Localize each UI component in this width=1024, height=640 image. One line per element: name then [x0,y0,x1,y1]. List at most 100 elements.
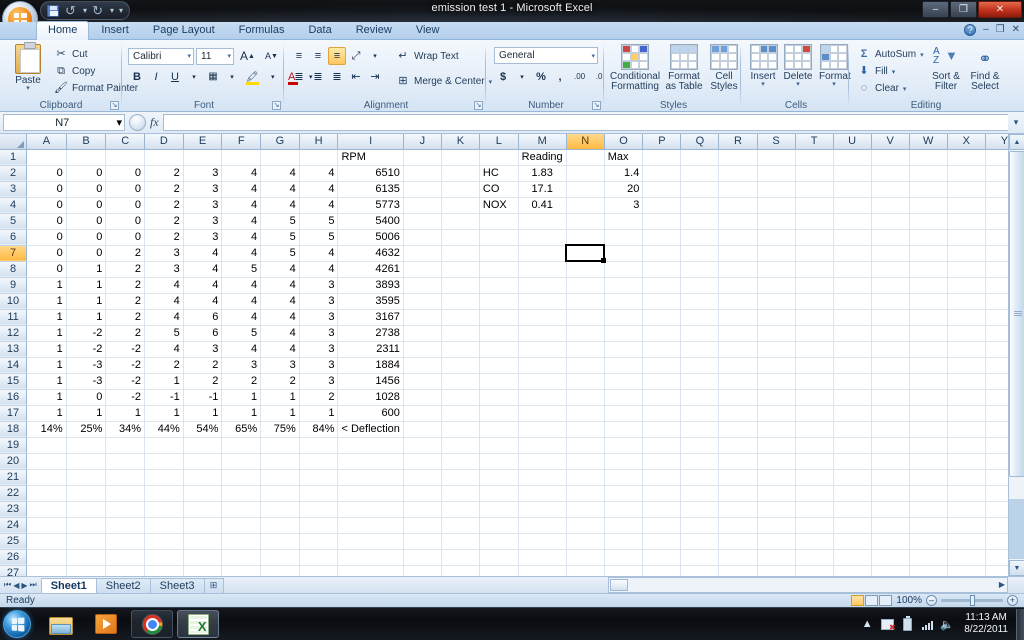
cell-U13[interactable] [833,341,872,358]
cell-F19[interactable] [221,437,262,454]
cell-J6[interactable] [403,229,442,246]
cell-O7[interactable] [604,245,644,262]
cell-R17[interactable] [718,405,758,422]
cell-O10[interactable] [604,293,644,310]
cell-N21[interactable] [566,469,605,486]
cell-E10[interactable]: 4 [183,293,223,310]
start-button[interactable] [3,610,31,638]
cell-W21[interactable] [909,469,948,486]
cell-R8[interactable] [718,261,758,278]
cell-U11[interactable] [833,309,872,326]
cell-S15[interactable] [757,373,796,390]
cell-J25[interactable] [403,533,442,550]
cell-C3[interactable]: 0 [105,181,146,198]
cell-T20[interactable] [795,453,834,470]
cell-X27[interactable] [947,565,986,576]
taskbar-item-explorer[interactable] [39,610,81,638]
cell-J14[interactable] [403,357,442,374]
cell-B7[interactable]: 0 [66,245,107,262]
conditional-formatting-button[interactable]: Conditional Formatting [610,44,660,92]
cell-J19[interactable] [403,437,442,454]
cell-L10[interactable] [479,293,519,310]
cell-R11[interactable] [718,309,758,326]
cell-O5[interactable] [604,213,644,230]
cell-X3[interactable] [947,181,986,198]
cell-R26[interactable] [718,549,758,566]
cell-D3[interactable]: 2 [144,181,184,198]
cell-V24[interactable] [871,517,910,534]
delete-cells-button[interactable]: Delete ▾ [783,44,813,88]
cell-C17[interactable]: 1 [105,405,146,422]
cell-O18[interactable] [604,421,644,438]
cell-S20[interactable] [757,453,796,470]
cell-X22[interactable] [947,485,986,502]
row-header-25[interactable]: 25 [0,533,28,550]
cell-L7[interactable] [479,245,519,262]
cell-L5[interactable] [479,213,519,230]
cell-E19[interactable] [183,437,223,454]
col-header-F[interactable]: F [221,134,262,150]
cell-G4[interactable]: 4 [260,197,300,214]
cell-J21[interactable] [403,469,442,486]
close-button[interactable]: ✕ [978,1,1022,18]
cell-S7[interactable] [757,245,796,262]
cell-O23[interactable] [604,501,644,518]
cell-W22[interactable] [909,485,948,502]
cell-M23[interactable] [518,501,567,518]
cell-G27[interactable] [260,565,300,576]
minimize-button[interactable]: – [922,1,949,18]
cell-J22[interactable] [403,485,442,502]
cell-I5[interactable]: 5400 [337,213,404,230]
cell-M10[interactable] [518,293,567,310]
cell-H12[interactable]: 3 [299,325,339,342]
cell-V10[interactable] [871,293,910,310]
cell-S23[interactable] [757,501,796,518]
cell-E24[interactable] [183,517,223,534]
cell-X8[interactable] [947,261,986,278]
horizontal-scrollbar[interactable]: ▶ [608,577,1008,593]
cell-C12[interactable]: 2 [105,325,146,342]
cell-X2[interactable] [947,165,986,182]
cell-W5[interactable] [909,213,948,230]
cell-A8[interactable]: 0 [26,261,67,278]
cell-H26[interactable] [299,549,339,566]
col-header-C[interactable]: C [105,134,146,150]
cell-B2[interactable]: 0 [66,165,107,182]
cell-O1[interactable]: Max [604,149,644,166]
cell-A4[interactable]: 0 [26,197,67,214]
cell-U4[interactable] [833,197,872,214]
cell-S13[interactable] [757,341,796,358]
cell-B24[interactable] [66,517,107,534]
cell-Q19[interactable] [680,437,720,454]
col-header-T[interactable]: T [795,134,834,150]
cell-X5[interactable] [947,213,986,230]
cell-X7[interactable] [947,245,986,262]
page-break-view-icon[interactable] [879,595,893,606]
cell-X20[interactable] [947,453,986,470]
autosum-button[interactable]: Σ AutoSum ▾ [857,46,924,63]
cell-F25[interactable] [221,533,262,550]
cell-F21[interactable] [221,469,262,486]
bold-button[interactable]: B [128,68,146,86]
cell-W23[interactable] [909,501,948,518]
cell-D4[interactable]: 2 [144,197,184,214]
cell-J26[interactable] [403,549,442,566]
cell-L20[interactable] [479,453,519,470]
fill-color-icon[interactable]: 🖍 [242,68,263,86]
autosum-dropdown-icon[interactable]: ▾ [920,51,924,59]
cell-P24[interactable] [642,517,682,534]
align-top-icon[interactable]: ≡ [290,47,308,65]
cell-C7[interactable]: 2 [105,245,146,262]
cell-I15[interactable]: 1456 [337,373,404,390]
cell-W14[interactable] [909,357,948,374]
cell-L22[interactable] [479,485,519,502]
cell-N4[interactable] [566,197,605,214]
cell-R24[interactable] [718,517,758,534]
cell-K16[interactable] [441,389,480,406]
cell-M19[interactable] [518,437,567,454]
cell-E16[interactable]: -1 [183,389,223,406]
worksheet-grid[interactable]: A B C D E F G H I J K L M N O P Q R S T … [0,134,1024,576]
cell-C21[interactable] [105,469,146,486]
cell-S6[interactable] [757,229,796,246]
number-format-dropdown-icon[interactable]: ▾ [588,52,595,60]
